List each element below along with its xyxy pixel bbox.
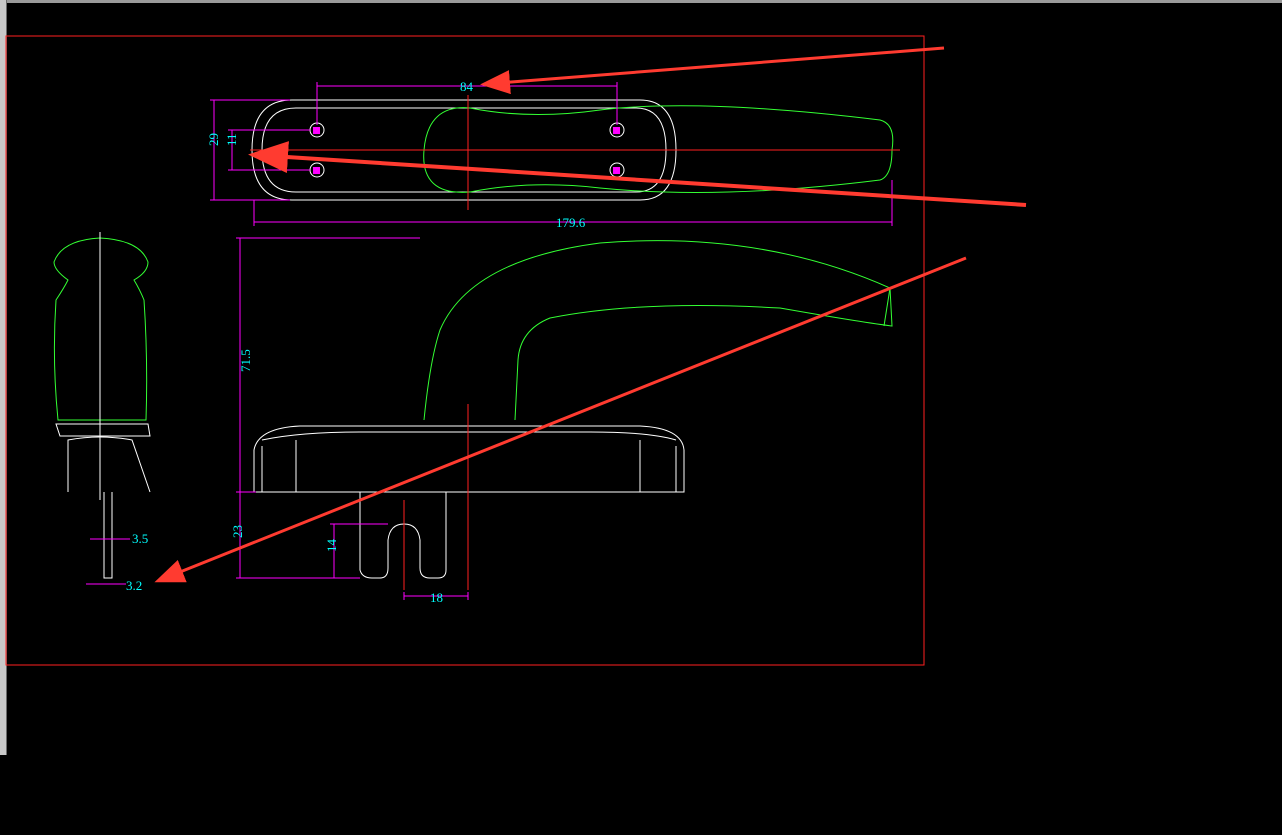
dim-14: 14 (324, 539, 339, 553)
dim-18: 18 (430, 590, 443, 605)
dim-71-5: 71.5 (238, 349, 253, 372)
dim-179-6: 179.6 (556, 215, 586, 230)
side-view-dimensions (86, 538, 130, 585)
dim-84: 84 (460, 79, 474, 94)
front-view-lever (423, 240, 893, 421)
top-view-dimensions (210, 82, 893, 226)
arrow-to-dim-84 (480, 46, 945, 95)
side-view (53, 232, 151, 579)
annotation-arrows (154, 46, 1027, 583)
arrow-to-dim-11 (248, 141, 1027, 207)
dim-29: 29 (206, 133, 221, 146)
front-view-base-top (261, 431, 677, 441)
front-view-base (253, 425, 685, 493)
front-view-dimensions (236, 237, 469, 600)
cad-drawing[interactable]: 84 29 11 179.6 71.5 23 14 18 3.5 3.2 (0, 0, 1282, 835)
drawing-border (5, 35, 925, 666)
dim-3-2: 3.2 (126, 578, 142, 593)
dim-3-5: 3.5 (132, 531, 148, 546)
top-view (250, 95, 900, 210)
side-view-base (55, 423, 151, 437)
cad-viewport[interactable]: 84 29 11 179.6 71.5 23 14 18 3.5 3.2 (0, 0, 1282, 835)
front-view-spindle (359, 492, 447, 579)
side-view-lever (53, 237, 149, 421)
dim-23: 23 (230, 525, 245, 538)
arrow-to-dim-3-2 (154, 256, 967, 583)
dim-11: 11 (224, 133, 239, 146)
